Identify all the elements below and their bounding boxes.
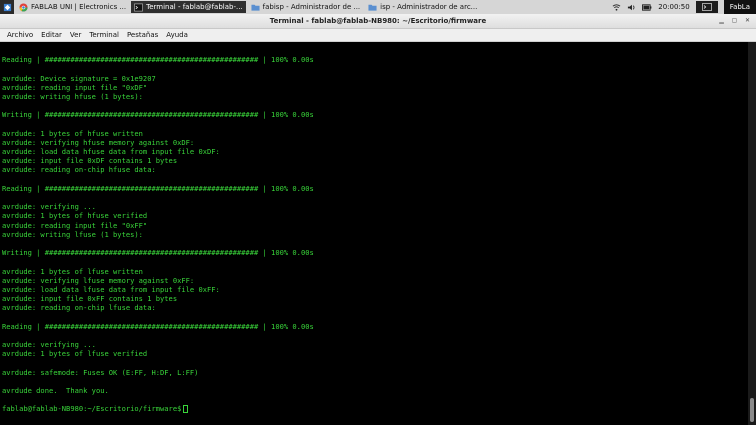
network-icon[interactable] (612, 3, 621, 12)
task-label: FABLAB UNI | Electronics ... (31, 3, 127, 11)
clock[interactable]: 20:00:50 (658, 3, 689, 11)
window-controls: ▁ ▢ ✕ (717, 16, 752, 25)
terminal-line: avrdude: reading input file "0xDF" (2, 82, 148, 92)
terminal-line: avrdude: input file 0xFF contains 1 byte… (2, 294, 178, 304)
menu-ver[interactable]: Ver (66, 31, 85, 39)
terminal-line: avrdude: writing lfuse (1 bytes): (2, 229, 143, 239)
show-terminal-button[interactable] (695, 1, 718, 13)
window-title: Terminal - fablab@fablab-NB980: ~/Escrit… (269, 17, 487, 25)
text-cursor (183, 404, 189, 413)
terminal-line: avrdude: 1 bytes of lfuse verified (2, 349, 148, 359)
terminal-line: avrdude: input file 0xDF contains 1 byte… (2, 156, 178, 166)
terminal-line: avrdude done. Thank you. (2, 385, 109, 395)
partial-window-title: FabLa (723, 0, 756, 14)
close-icon[interactable]: ✕ (743, 16, 752, 25)
maximize-icon[interactable]: ▢ (730, 16, 739, 25)
terminal-line: avrdude: reading on-chip lfuse data: (2, 303, 156, 313)
terminal-line: avrdude: safemode: Fuses OK (E:FF, H:DF,… (2, 367, 199, 377)
shell-prompt: fablab@fablab-NB980:~/Escritorio/firmwar… (2, 404, 182, 414)
chrome-icon (19, 2, 28, 12)
terminal-line: avrdude: verifying hfuse memory against … (2, 137, 195, 147)
terminal-line: avrdude: load data hfuse data from input… (2, 147, 220, 157)
task-fabisp-folder[interactable]: fabisp - Administrador de ... (248, 1, 364, 13)
terminal-icon (701, 3, 712, 11)
terminal-line: avrdude: reading on-chip hfuse data: (2, 165, 156, 175)
task-label: Terminal - fablab@fablab-... (146, 3, 243, 11)
terminal-line: avrdude: reading input file "0xFF" (2, 220, 148, 230)
battery-icon[interactable] (642, 3, 652, 12)
task-terminal[interactable]: Terminal - fablab@fablab-... (131, 1, 246, 13)
terminal-line: avrdude: verifying ... (2, 202, 96, 212)
folder-icon (368, 4, 377, 11)
volume-icon[interactable] (627, 3, 636, 12)
terminal-line: avrdude: writing hfuse (1 bytes): (2, 91, 143, 101)
terminal-icon (134, 3, 144, 11)
menu-archivo[interactable]: Archivo (3, 31, 37, 39)
terminal-line: Reading | ##############################… (2, 321, 314, 331)
terminal-line: avrdude: 1 bytes of hfuse verified (2, 211, 148, 221)
terminal-line: avrdude: verifying lfuse memory against … (2, 275, 195, 285)
terminal-line: avrdude: 1 bytes of lfuse written (2, 266, 143, 276)
menu-ayuda[interactable]: Ayuda (162, 31, 192, 39)
terminal-scrollbar[interactable] (748, 42, 756, 425)
folder-icon (251, 4, 260, 11)
menu-bar: Archivo Editar Ver Terminal Pestañas Ayu… (0, 29, 756, 42)
terminal-line: Reading | ##############################… (2, 183, 314, 193)
terminal-lines: Reading | ##############################… (2, 46, 748, 404)
terminal-output[interactable]: Reading | ##############################… (0, 42, 748, 425)
terminal-line: Writing | ##############################… (2, 110, 314, 120)
task-label: isp - Administrador de arc... (380, 3, 478, 11)
menu-editar[interactable]: Editar (37, 31, 66, 39)
minimize-icon[interactable]: ▁ (717, 16, 726, 25)
prompt-line[interactable]: fablab@fablab-NB980:~/Escritorio/firmwar… (2, 404, 748, 413)
terminal-line: avrdude: Device signature = 0x1e9207 (2, 73, 156, 83)
window-titlebar[interactable]: Terminal - fablab@fablab-NB980: ~/Escrit… (0, 14, 756, 29)
terminal-line: avrdude: 1 bytes of hfuse written (2, 128, 143, 138)
terminal-line: avrdude: load data lfuse data from input… (2, 284, 220, 294)
terminal-line: Writing | ##############################… (2, 248, 314, 258)
menu-terminal[interactable]: Terminal (85, 31, 123, 39)
task-label: fabisp - Administrador de ... (262, 3, 361, 11)
terminal-line: avrdude: verifying ... (2, 340, 96, 349)
terminal-line: Reading | ##############################… (2, 55, 314, 65)
task-isp-folder[interactable]: isp - Administrador de arc... (365, 1, 480, 13)
system-taskbar: FABLAB UNI | Electronics ... Terminal - … (0, 0, 756, 14)
scrollbar-thumb[interactable] (750, 398, 754, 422)
task-chrome[interactable]: FABLAB UNI | Electronics ... (16, 1, 129, 13)
menu-pestanas[interactable]: Pestañas (123, 31, 162, 39)
system-tray: 20:00:50 (612, 1, 723, 13)
app-menu-icon[interactable] (0, 0, 14, 14)
